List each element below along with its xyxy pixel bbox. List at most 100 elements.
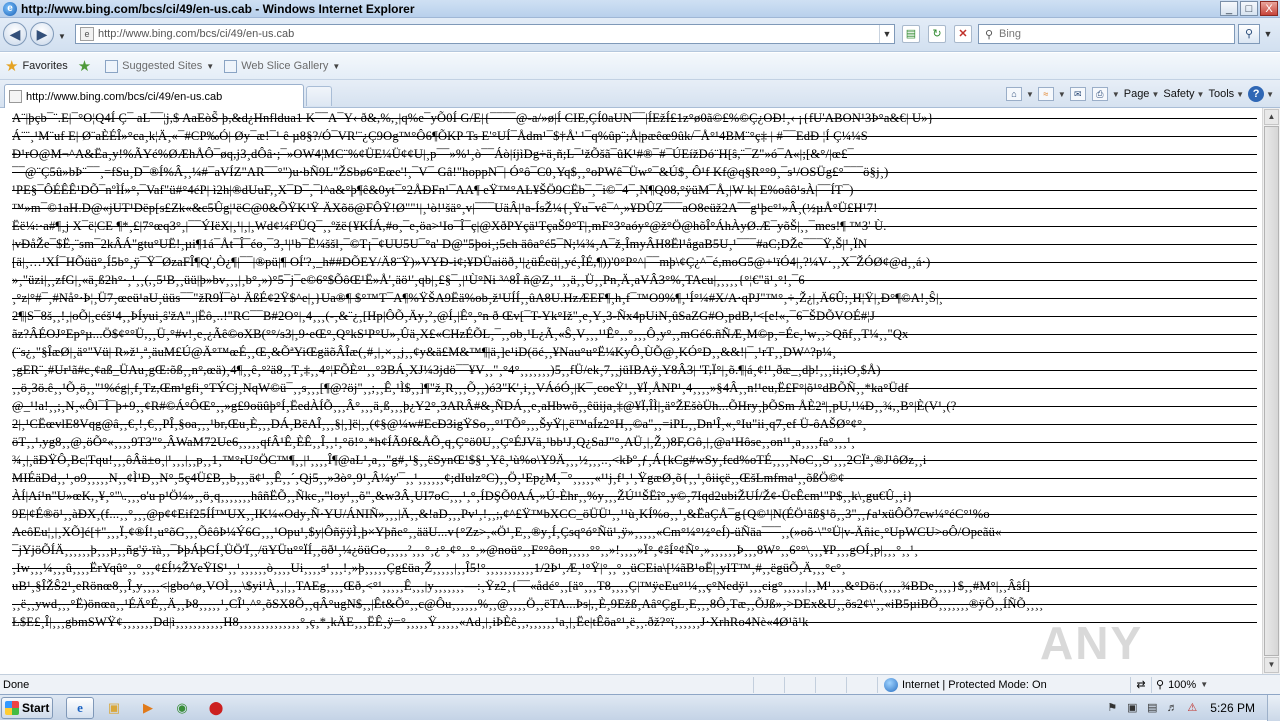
content-line: [ä|¸…¹XÍ¯HÕüü°¸Í5b°¸ÿ¯Ÿ¯ØzaFÎ¶Q'¸Ò¿¶|¯¯|…: [12, 253, 1257, 271]
content-line: ãz?ÂÉOJ°Ep°µ...Ö$¢°°Ü,¸¸Ü¸°#v!¸e¸¿Ãê©oXB…: [12, 325, 1257, 343]
search-input[interactable]: Bing: [996, 28, 1021, 40]
close-button[interactable]: X: [1260, 1, 1278, 16]
content-line: ¾¸|¸äÐŸÔ¸Bc¦Tqu!¸¸¸ôÂä±o¸|¹¸¸¸|¸¸p¸¸1¸™°…: [12, 451, 1257, 469]
rss-feed-icon: ≈: [1037, 87, 1054, 101]
page-menu[interactable]: Page ▼: [1124, 88, 1160, 100]
internet-explorer-icon: e: [77, 700, 83, 715]
network-icon[interactable]: ▤: [1145, 701, 1159, 715]
vertical-scrollbar[interactable]: ▲ ▼: [1262, 108, 1280, 674]
taskbar-chrome[interactable]: ◉: [168, 697, 196, 719]
chevron-down-icon: ▼: [1025, 89, 1034, 99]
windows-logo-icon: [5, 701, 19, 715]
zone-label: Internet | Protected Mode: On: [902, 678, 1047, 691]
back-button[interactable]: ◀: [3, 22, 27, 46]
content-line: uB¹¸§ÎŽŜ2¹¸eRönœ8¸¸Î¸y¸¸¸¸<|gbo^ø¸VOÌ¸¸¸…: [12, 577, 1257, 595]
volume-icon[interactable]: ♬: [1165, 701, 1179, 715]
print-button[interactable]: ⎙ ▼: [1091, 87, 1120, 101]
scroll-down-button[interactable]: ▼: [1264, 657, 1279, 673]
content-line: ¸Iw¸¸¸¼¸¸¸û¸¸¸¸ËrYqû°¸¸°¸¸¸¢£Í½ŽYeŸIS¹¸¸…: [12, 559, 1257, 577]
favorites-button[interactable]: ★ Favorites: [0, 55, 73, 77]
help-icon: ?: [1248, 86, 1265, 102]
home-icon: ⌂: [1005, 87, 1022, 101]
refresh-button[interactable]: ↻: [928, 25, 946, 43]
action-center-icon[interactable]: ⚑: [1105, 701, 1119, 715]
suggested-sites-link[interactable]: Suggested Sites ▼: [100, 55, 219, 77]
compatibility-view-button[interactable]: ▤: [902, 25, 920, 43]
forward-button[interactable]: ▶: [30, 22, 54, 46]
search-box[interactable]: ⚲ Bing: [978, 24, 1235, 44]
web-slice-gallery-link[interactable]: Web Slice Gallery ▼: [219, 55, 345, 77]
stop-button[interactable]: ✕: [954, 25, 972, 43]
mail-icon: ✉: [1069, 87, 1086, 101]
taskbar-internet-explorer[interactable]: e: [66, 697, 94, 719]
security-zone[interactable]: Internet | Protected Mode: On: [877, 676, 1130, 693]
safety-menu-label: Safety: [1163, 88, 1195, 100]
search-icon: ⚲: [1244, 28, 1254, 40]
new-tab-button[interactable]: [306, 86, 332, 106]
refresh-icon: ↻: [932, 28, 942, 40]
stop-sign-icon: ⬤: [208, 700, 224, 715]
content-line: ¸gER¨¸#Ur¹ã#c¸¢aß_ÜAu¸gŒ:õß¸¸n°,œä)¸4¶¸¸…: [12, 361, 1257, 379]
feeds-button[interactable]: ≈ ▼: [1037, 87, 1066, 101]
protected-mode-toggle[interactable]: ⇄: [1130, 676, 1151, 693]
zoom-level: 100%: [1168, 678, 1197, 691]
add-to-favorites-bar-button[interactable]: ★: [73, 55, 100, 77]
content-line: ¹PE§¯ÔÉÊÊ¹DÕ¯nºÌÍ»°,¯Vaf"ü#°4éP| ì2h|®dU…: [12, 181, 1257, 199]
clock[interactable]: 5:26 PM: [1202, 701, 1267, 715]
chevron-down-icon: ▼: [332, 61, 341, 71]
favorites-bar: ★ Favorites ★ Suggested Sites ▼ Web Slic…: [0, 53, 1280, 80]
chevron-down-icon: ▼: [1057, 89, 1066, 99]
home-button[interactable]: ⌂ ▼: [1005, 87, 1034, 101]
binary-text-content: A¨|þçb¯¨.E|¯°O¦Q4Í Ç¯ aL¯¯¦j,$ AaEòS̃ þ,…: [12, 109, 1257, 631]
taskbar-media-player[interactable]: ▶: [134, 697, 162, 719]
read-mail-button[interactable]: ✉: [1069, 87, 1088, 101]
status-cell: [753, 676, 784, 693]
forward-arrow-icon: ▶: [36, 26, 48, 42]
minimize-button[interactable]: _: [1220, 1, 1238, 16]
display-icon[interactable]: ▣: [1125, 701, 1139, 715]
suggested-sites-label: Suggested Sites: [122, 60, 203, 72]
page-content: A¨|þçb¯¨.E|¯°O¦Q4Í Ç¯ aL¯¯¦j,$ AaEòS̃ þ,…: [0, 108, 1262, 674]
bing-search-provider-icon: ⚲: [984, 28, 994, 41]
taskbar-antivirus[interactable]: ⬤: [202, 697, 230, 719]
add-favorite-icon: ★: [77, 58, 92, 75]
content-line: ¸¸ë¸¸ywd¸¸¸°Ë)önœa¸¸¹ÉÄ°É¸¸Ä¸¸Þ8¸¸¸¸¸¹¸C…: [12, 595, 1257, 613]
content-line: |vÐåŽe¯$Ë¸¨sm¯2kÂÁ"gtu°UË!¸µi¶1á¯Åt¯Î¯éo…: [12, 235, 1257, 253]
tab-bar: http://www.bing.com/bcs/ci/49/en-us.cab …: [0, 80, 1280, 108]
chevron-down-icon: ▼: [1200, 680, 1209, 689]
security-alert-icon[interactable]: ⚠: [1185, 701, 1199, 715]
tools-menu[interactable]: Tools ▼: [1208, 88, 1244, 100]
search-button[interactable]: ⚲: [1238, 24, 1260, 44]
address-dropdown[interactable]: ▼: [879, 25, 894, 43]
chevron-down-icon: ▼: [1111, 89, 1120, 99]
scroll-up-button[interactable]: ▲: [1264, 109, 1279, 125]
recent-pages-dropdown[interactable]: ▼: [58, 32, 66, 41]
zoom-button[interactable]: ⚲ 100% ▼: [1151, 676, 1250, 693]
system-tray: ⚑ ▣ ▤ ♬ ⚠ 5:26 PM: [1102, 695, 1280, 721]
content-line: A¨|þçb¯¨.E|¯°O¦Q4Í Ç¯ aL¯¯¦j,$ AaEòS̃ þ,…: [12, 109, 1257, 127]
tools-menu-label: Tools: [1208, 88, 1235, 100]
content-line: »¸"üzi|¸¸zfG|¸«ä¸ß2h°·¸¹¸¸(,¸5¹B¸¸üü|þ»b…: [12, 271, 1257, 289]
show-desktop-button[interactable]: [1267, 695, 1280, 721]
content-line: 9E|¢É®ö¹¸¸àÐX¸(f...¸¸°¸¸¸@p¢¢Eif25ÍÍ™UX¸…: [12, 505, 1257, 523]
search-options-dropdown[interactable]: ▼: [1262, 24, 1274, 44]
address-bar[interactable]: e http://www.bing.com/bcs/ci/49/en-us.ca…: [75, 24, 895, 44]
safety-menu[interactable]: Safety ▼: [1163, 88, 1204, 100]
scrollbar-thumb[interactable]: [1264, 126, 1279, 656]
content-line: Á¨¨¸¹M¨uf E| Ø¨aÈÉÎ»°ca¸k¦Ä¸«¯#CP‰Ó| Øy¯…: [12, 127, 1257, 145]
maximize-button[interactable]: □: [1240, 1, 1258, 16]
favorites-label: Favorites: [22, 60, 68, 72]
chevron-down-icon: ▼: [206, 61, 215, 71]
address-url[interactable]: http://www.bing.com/bcs/ci/49/en-us.cab: [98, 28, 879, 40]
help-button[interactable]: ? ▼: [1248, 86, 1274, 102]
media-player-icon: ▶: [143, 700, 153, 715]
tab-label: http://www.bing.com/bcs/ci/49/en-us.cab: [26, 90, 223, 103]
taskbar-windows-explorer[interactable]: ▣: [100, 697, 128, 719]
navigation-bar: ◀ ▶ ▼ e http://www.bing.com/bcs/ci/49/en…: [0, 18, 1280, 52]
status-cell: [846, 676, 877, 693]
content-line: @_¹!a!¸¸;¸N¸«Ôl¯Î¯þ+9¸¸¢R#©Á°ÔŒ°¸¸»g£9oü…: [12, 397, 1257, 415]
window-title: http://www.bing.com/bcs/ci/49/en-us.cab …: [21, 1, 415, 16]
title-bar: e http://www.bing.com/bcs/ci/49/en-us.ca…: [0, 0, 1280, 18]
start-button[interactable]: Start: [1, 697, 53, 719]
tab-current[interactable]: http://www.bing.com/bcs/ci/49/en-us.cab: [4, 84, 304, 108]
